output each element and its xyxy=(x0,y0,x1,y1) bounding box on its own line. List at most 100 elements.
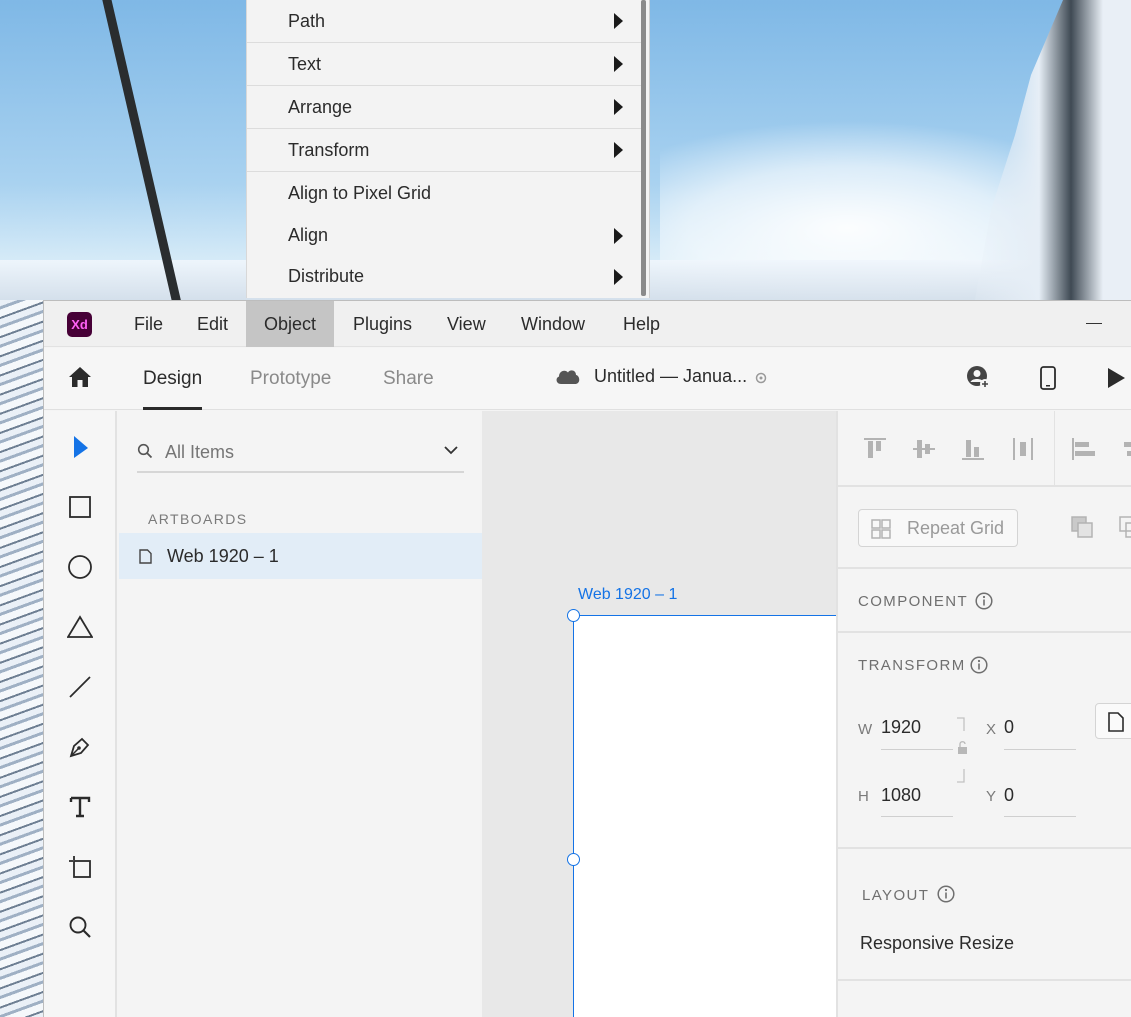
align-separator xyxy=(1054,411,1055,487)
mask-icon[interactable] xyxy=(1070,515,1094,539)
y-underline xyxy=(1004,816,1076,817)
menu-file[interactable]: File xyxy=(116,301,181,347)
artboard-title[interactable]: Web 1920 – 1 xyxy=(578,586,677,604)
menu-item-label: Path xyxy=(288,10,326,31)
artboards-section-label: ARTBOARDS xyxy=(148,511,248,527)
layer-item-label: Web 1920 – 1 xyxy=(167,546,279,566)
width-label: W xyxy=(858,721,873,738)
invite-user-icon[interactable] xyxy=(965,364,993,392)
menu-object[interactable]: Object xyxy=(246,301,335,347)
align-top-icon[interactable] xyxy=(862,436,888,462)
menu-item-align-to-pixel-grid[interactable]: Align to Pixel Grid xyxy=(247,172,641,215)
menu-item-label: Text xyxy=(288,53,322,74)
document-title[interactable]: Untitled — Janua... xyxy=(594,366,747,387)
y-field[interactable]: 0 xyxy=(1004,785,1014,806)
polygon-tool-icon[interactable] xyxy=(66,613,94,641)
desktop-background-snow xyxy=(0,300,44,1017)
xd-app-window: Xd File Edit Object Plugins View Window … xyxy=(43,300,1131,1017)
y-label: Y xyxy=(986,788,997,805)
text-tool-icon[interactable] xyxy=(66,793,94,821)
pen-tool-icon[interactable] xyxy=(66,733,94,761)
submenu-arrow-icon xyxy=(614,268,623,285)
info-icon[interactable] xyxy=(937,885,955,903)
menu-help[interactable]: Help xyxy=(605,301,678,347)
menu-item-text[interactable]: Text xyxy=(247,43,641,86)
menu-item-transform[interactable]: Transform xyxy=(247,129,641,172)
submenu-arrow-icon xyxy=(614,99,623,115)
component-heading: COMPONENT xyxy=(858,593,969,610)
design-canvas[interactable]: Web 1920 – 1 xyxy=(482,411,836,1017)
menu-item-path[interactable]: Path xyxy=(247,0,641,43)
align-bottom-icon[interactable] xyxy=(960,436,986,462)
tab-share[interactable]: Share xyxy=(383,348,434,410)
menu-item-label: Arrange xyxy=(288,96,353,117)
menu-scrollbar[interactable] xyxy=(641,0,646,296)
menu-plugins[interactable]: Plugins xyxy=(335,301,430,347)
menu-view[interactable]: View xyxy=(429,301,504,347)
height-field[interactable]: 1080 xyxy=(881,785,921,806)
align-middle-icon[interactable] xyxy=(911,436,937,462)
tab-prototype[interactable]: Prototype xyxy=(250,348,331,410)
x-underline xyxy=(1004,749,1076,750)
submenu-arrow-icon xyxy=(614,56,623,72)
menu-bar: Xd File Edit Object Plugins View Window … xyxy=(44,301,1131,347)
resize-handle-left[interactable] xyxy=(567,853,580,866)
distribute-horizontal-icon[interactable] xyxy=(1010,436,1036,462)
xd-logo-icon: Xd xyxy=(67,312,92,337)
align-center-icon[interactable] xyxy=(1120,436,1131,462)
repeat-grid-button[interactable]: Repeat Grid xyxy=(858,509,1018,547)
menu-item-label: Transform xyxy=(288,139,370,160)
align-toolbar xyxy=(838,411,1131,487)
zoom-tool-icon[interactable] xyxy=(66,913,94,941)
minimize-button[interactable] xyxy=(1086,323,1102,324)
object-menu-dropdown: Path Text Arrange Transform Align to Pix… xyxy=(246,0,650,298)
select-tool-icon[interactable] xyxy=(66,433,94,461)
resize-handle-top-left[interactable] xyxy=(567,609,580,622)
transform-section: TRANSFORM W 1920 H 1080 X 0 Y 0 xyxy=(838,635,1131,849)
layers-search-input[interactable] xyxy=(165,440,425,464)
menu-window[interactable]: Window xyxy=(503,301,603,347)
x-field[interactable]: 0 xyxy=(1004,717,1014,738)
mobile-preview-icon[interactable] xyxy=(1034,364,1062,392)
menu-edit[interactable]: Edit xyxy=(179,301,246,347)
group-icon[interactable] xyxy=(1118,515,1131,539)
tab-design[interactable]: Design xyxy=(143,348,203,410)
layer-item-artboard[interactable]: Web 1920 – 1 xyxy=(119,533,482,579)
rectangle-tool-icon[interactable] xyxy=(66,493,94,521)
artboard[interactable] xyxy=(573,615,836,1017)
repeat-grid-section: Repeat Grid xyxy=(838,489,1131,569)
chevron-down-icon[interactable] xyxy=(444,445,458,455)
menu-item-arrange[interactable]: Arrange xyxy=(247,86,641,129)
info-icon[interactable] xyxy=(975,592,993,610)
artboard-document-icon xyxy=(139,549,152,564)
info-icon[interactable] xyxy=(970,656,988,674)
artboard-tool-icon[interactable] xyxy=(66,853,94,881)
x-label: X xyxy=(986,721,997,738)
submenu-arrow-icon xyxy=(614,13,623,29)
responsive-resize-label: Responsive Resize xyxy=(860,933,1015,953)
line-tool-icon[interactable] xyxy=(66,673,94,701)
layers-panel: ARTBOARDS Web 1920 – 1 xyxy=(119,411,482,1017)
home-icon[interactable] xyxy=(68,366,92,388)
height-underline xyxy=(881,816,953,817)
lock-aspect-icon[interactable] xyxy=(955,717,969,783)
menu-item-distribute[interactable]: Distribute xyxy=(247,255,641,298)
width-field[interactable]: 1920 xyxy=(881,717,921,738)
property-inspector: Repeat Grid COMPONENT TRANSFORM W 1920 H… xyxy=(836,411,1131,1017)
sync-icon xyxy=(755,372,767,384)
layers-search[interactable] xyxy=(137,431,464,473)
menu-item-label: Distribute xyxy=(288,266,365,286)
align-left-icon[interactable] xyxy=(1070,436,1096,462)
ellipse-tool-icon[interactable] xyxy=(66,553,94,581)
submenu-arrow-icon xyxy=(614,227,623,244)
menu-item-label: Align xyxy=(288,225,329,245)
document-icon xyxy=(1108,712,1124,732)
play-icon[interactable] xyxy=(1102,364,1130,392)
transform-heading: TRANSFORM xyxy=(858,657,966,674)
layout-section: LAYOUT Responsive Resize xyxy=(838,851,1131,981)
menu-item-align[interactable]: Align xyxy=(247,214,641,257)
component-section: COMPONENT xyxy=(838,571,1131,633)
width-underline xyxy=(881,749,953,750)
tools-panel xyxy=(44,411,117,1017)
artboard-preset-button[interactable] xyxy=(1095,703,1131,739)
